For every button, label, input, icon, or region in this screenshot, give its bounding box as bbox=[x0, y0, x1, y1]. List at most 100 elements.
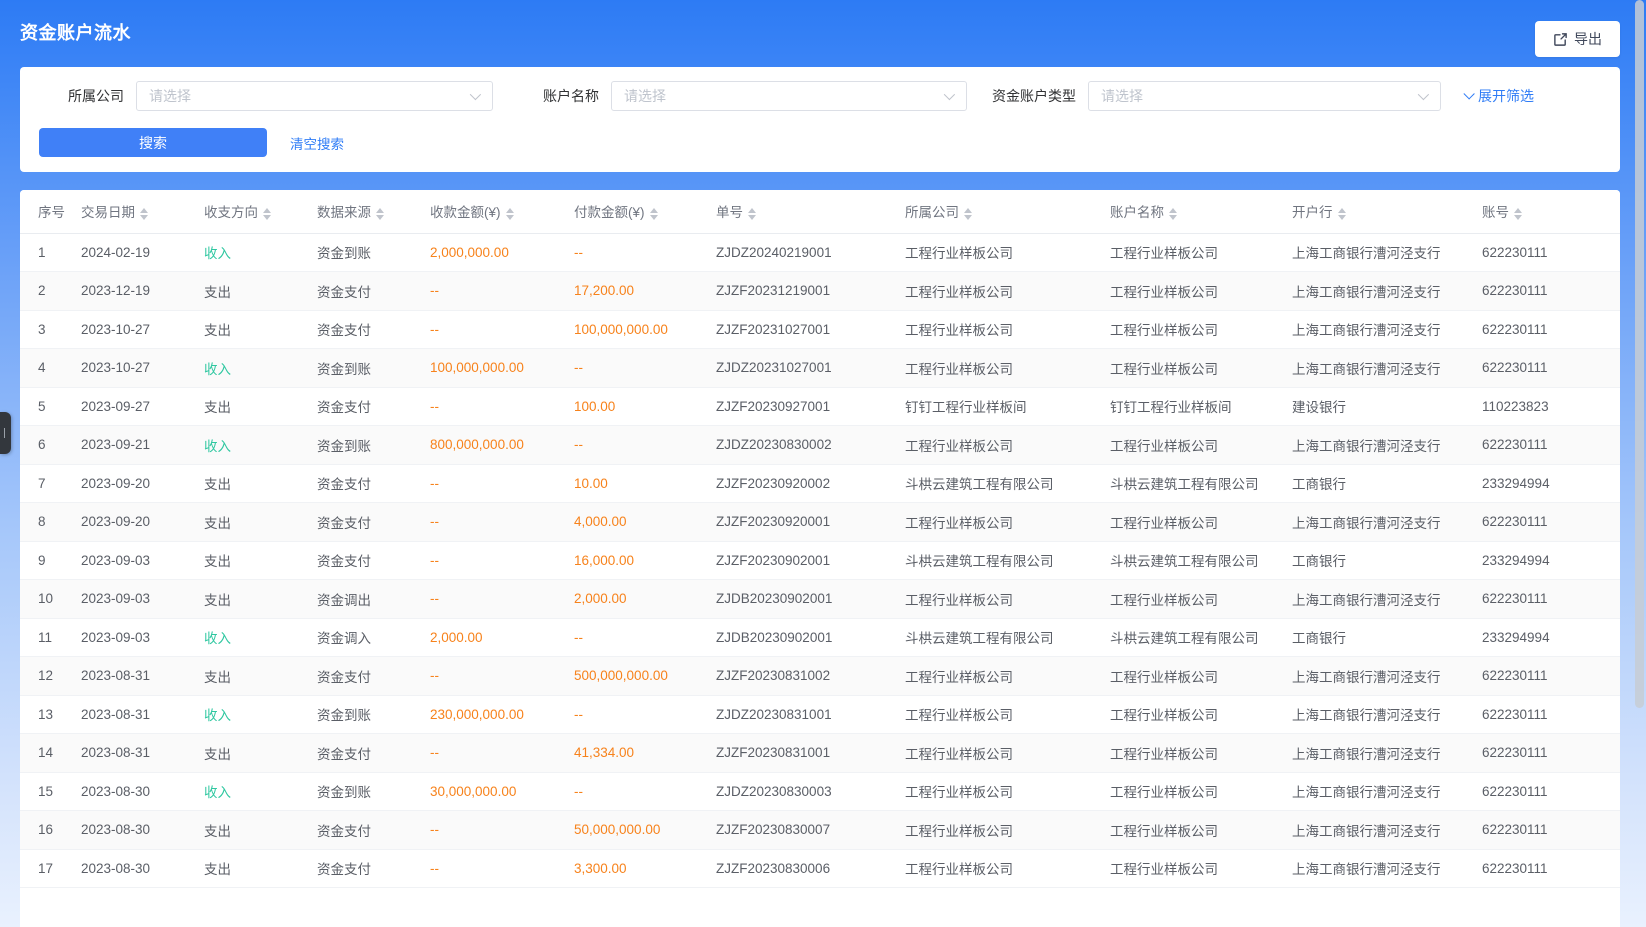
cell-date: 2023-08-31 bbox=[81, 657, 204, 696]
cell-company: 工程行业样板公司 bbox=[905, 233, 1110, 272]
table-row[interactable]: 72023-09-20支出资金支付--10.00ZJZF20230920002斗… bbox=[20, 464, 1620, 503]
cell-date: 2023-12-19 bbox=[81, 272, 204, 311]
column-header-6[interactable]: 单号 bbox=[716, 190, 905, 233]
account-type-select[interactable]: 请选择 bbox=[1088, 81, 1441, 111]
cell-bank: 上海工商银行漕河泾支行 bbox=[1292, 233, 1482, 272]
column-header-9[interactable]: 开户行 bbox=[1292, 190, 1482, 233]
table-row[interactable]: 132023-08-31收入资金到账230,000,000.00--ZJDZ20… bbox=[20, 695, 1620, 734]
table-header-row: 序号交易日期收支方向数据来源收款金额(¥)付款金额(¥)单号所属公司账户名称开户… bbox=[20, 190, 1620, 233]
cell-bank: 上海工商银行漕河泾支行 bbox=[1292, 426, 1482, 465]
export-button[interactable]: 导出 bbox=[1535, 21, 1620, 57]
cell-account_no: 622230111 bbox=[1482, 272, 1620, 311]
cell-account: 工程行业样板公司 bbox=[1110, 695, 1292, 734]
cell-order: ZJZF20230831001 bbox=[716, 734, 905, 773]
sort-icon[interactable] bbox=[376, 208, 384, 220]
cell-account: 工程行业样板公司 bbox=[1110, 811, 1292, 850]
cell-bank: 上海工商银行漕河泾支行 bbox=[1292, 734, 1482, 773]
sort-icon[interactable] bbox=[1169, 208, 1177, 220]
clear-search-link[interactable]: 清空搜索 bbox=[290, 133, 344, 153]
cell-order: ZJZF20231219001 bbox=[716, 272, 905, 311]
sort-icon[interactable] bbox=[263, 208, 271, 220]
cell-date: 2024-02-19 bbox=[81, 233, 204, 272]
cell-source: 资金支付 bbox=[317, 811, 430, 850]
cell-account_no: 622230111 bbox=[1482, 695, 1620, 734]
side-drawer-handle[interactable] bbox=[0, 412, 11, 454]
table-row[interactable]: 32023-10-27支出资金支付--100,000,000.00ZJZF202… bbox=[20, 310, 1620, 349]
sort-icon[interactable] bbox=[506, 208, 514, 220]
column-header-5[interactable]: 付款金额(¥) bbox=[574, 190, 716, 233]
cell-income: 800,000,000.00 bbox=[430, 426, 574, 465]
table-row[interactable]: 122023-08-31支出资金支付--500,000,000.00ZJZF20… bbox=[20, 657, 1620, 696]
column-header-4[interactable]: 收款金额(¥) bbox=[430, 190, 574, 233]
table-row[interactable]: 162023-08-30支出资金支付--50,000,000.00ZJZF202… bbox=[20, 811, 1620, 850]
table-row[interactable]: 82023-09-20支出资金支付--4,000.00ZJZF202309200… bbox=[20, 503, 1620, 542]
sort-icon[interactable] bbox=[964, 208, 972, 220]
cell-order: ZJZF20230920001 bbox=[716, 503, 905, 542]
column-header-2[interactable]: 收支方向 bbox=[204, 190, 317, 233]
search-button[interactable]: 搜索 bbox=[39, 128, 267, 157]
table-row[interactable]: 22023-12-19支出资金支付--17,200.00ZJZF20231219… bbox=[20, 272, 1620, 311]
filter-actions: 搜索 清空搜索 bbox=[20, 128, 1620, 157]
column-header-8[interactable]: 账户名称 bbox=[1110, 190, 1292, 233]
cell-payment: 17,200.00 bbox=[574, 272, 716, 311]
cell-income: -- bbox=[430, 657, 574, 696]
cell-income: -- bbox=[430, 811, 574, 850]
cell-source: 资金支付 bbox=[317, 849, 430, 888]
column-header-10[interactable]: 账号 bbox=[1482, 190, 1620, 233]
cell-no: 16 bbox=[20, 811, 81, 850]
cell-direction: 支出 bbox=[204, 272, 317, 311]
column-header-7[interactable]: 所属公司 bbox=[905, 190, 1110, 233]
sort-icon[interactable] bbox=[1514, 208, 1522, 220]
account-name-select[interactable]: 请选择 bbox=[611, 81, 967, 111]
cell-bank: 上海工商银行漕河泾支行 bbox=[1292, 849, 1482, 888]
filter-label-account-type: 资金账户类型 bbox=[992, 86, 1076, 106]
cell-order: ZJZF20230830006 bbox=[716, 849, 905, 888]
table-row[interactable]: 152023-08-30收入资金到账30,000,000.00--ZJDZ202… bbox=[20, 772, 1620, 811]
transactions-table: 序号交易日期收支方向数据来源收款金额(¥)付款金额(¥)单号所属公司账户名称开户… bbox=[20, 190, 1620, 888]
cell-direction: 支出 bbox=[204, 464, 317, 503]
filter-item-account-type: 资金账户类型 请选择 bbox=[967, 81, 1441, 111]
cell-direction: 收入 bbox=[204, 426, 317, 465]
company-select[interactable]: 请选择 bbox=[136, 81, 493, 111]
table-row[interactable]: 62023-09-21收入资金到账800,000,000.00--ZJDZ202… bbox=[20, 426, 1620, 465]
cell-bank: 建设银行 bbox=[1292, 387, 1482, 426]
table-row[interactable]: 52023-09-27支出资金支付--100.00ZJZF20230927001… bbox=[20, 387, 1620, 426]
sort-icon[interactable] bbox=[748, 208, 756, 220]
column-header-1[interactable]: 交易日期 bbox=[81, 190, 204, 233]
sort-icon[interactable] bbox=[650, 208, 658, 220]
cell-date: 2023-10-27 bbox=[81, 310, 204, 349]
cell-account_no: 622230111 bbox=[1482, 580, 1620, 619]
sort-icon[interactable] bbox=[140, 208, 148, 220]
cell-bank: 工商银行 bbox=[1292, 541, 1482, 580]
company-select-placeholder: 请选择 bbox=[149, 86, 191, 106]
chevron-down-icon bbox=[470, 89, 481, 100]
cell-account: 工程行业样板公司 bbox=[1110, 580, 1292, 619]
table-row[interactable]: 12024-02-19收入资金到账2,000,000.00--ZJDZ20240… bbox=[20, 233, 1620, 272]
table-row[interactable]: 112023-09-03收入资金调入2,000.00--ZJDB20230902… bbox=[20, 618, 1620, 657]
table-row[interactable]: 172023-08-30支出资金支付--3,300.00ZJZF20230830… bbox=[20, 849, 1620, 888]
cell-payment: 41,334.00 bbox=[574, 734, 716, 773]
cell-bank: 上海工商银行漕河泾支行 bbox=[1292, 272, 1482, 311]
sort-icon[interactable] bbox=[1338, 208, 1346, 220]
cell-no: 14 bbox=[20, 734, 81, 773]
table-row[interactable]: 142023-08-31支出资金支付--41,334.00ZJZF2023083… bbox=[20, 734, 1620, 773]
cell-order: ZJDB20230902001 bbox=[716, 618, 905, 657]
page-scrollbar-track[interactable] bbox=[1632, 0, 1646, 927]
cell-income: 230,000,000.00 bbox=[430, 695, 574, 734]
cell-company: 工程行业样板公司 bbox=[905, 426, 1110, 465]
column-header-3[interactable]: 数据来源 bbox=[317, 190, 430, 233]
cell-payment: 10.00 bbox=[574, 464, 716, 503]
table-row[interactable]: 42023-10-27收入资金到账100,000,000.00--ZJDZ202… bbox=[20, 349, 1620, 388]
table-row[interactable]: 102023-09-03支出资金调出--2,000.00ZJDB20230902… bbox=[20, 580, 1620, 619]
cell-source: 资金支付 bbox=[317, 272, 430, 311]
page-scrollbar-thumb[interactable] bbox=[1635, 0, 1644, 708]
cell-bank: 上海工商银行漕河泾支行 bbox=[1292, 503, 1482, 542]
filter-panel: 所属公司 请选择 账户名称 请选择 资金账户类型 请选择 展开筛选 bbox=[20, 67, 1620, 172]
expand-filters-link[interactable]: 展开筛选 bbox=[1463, 86, 1534, 106]
cell-direction: 支出 bbox=[204, 580, 317, 619]
cell-source: 资金支付 bbox=[317, 464, 430, 503]
cell-order: ZJZF20230831002 bbox=[716, 657, 905, 696]
cell-payment: 100.00 bbox=[574, 387, 716, 426]
cell-bank: 工商银行 bbox=[1292, 618, 1482, 657]
table-row[interactable]: 92023-09-03支出资金支付--16,000.00ZJZF20230902… bbox=[20, 541, 1620, 580]
